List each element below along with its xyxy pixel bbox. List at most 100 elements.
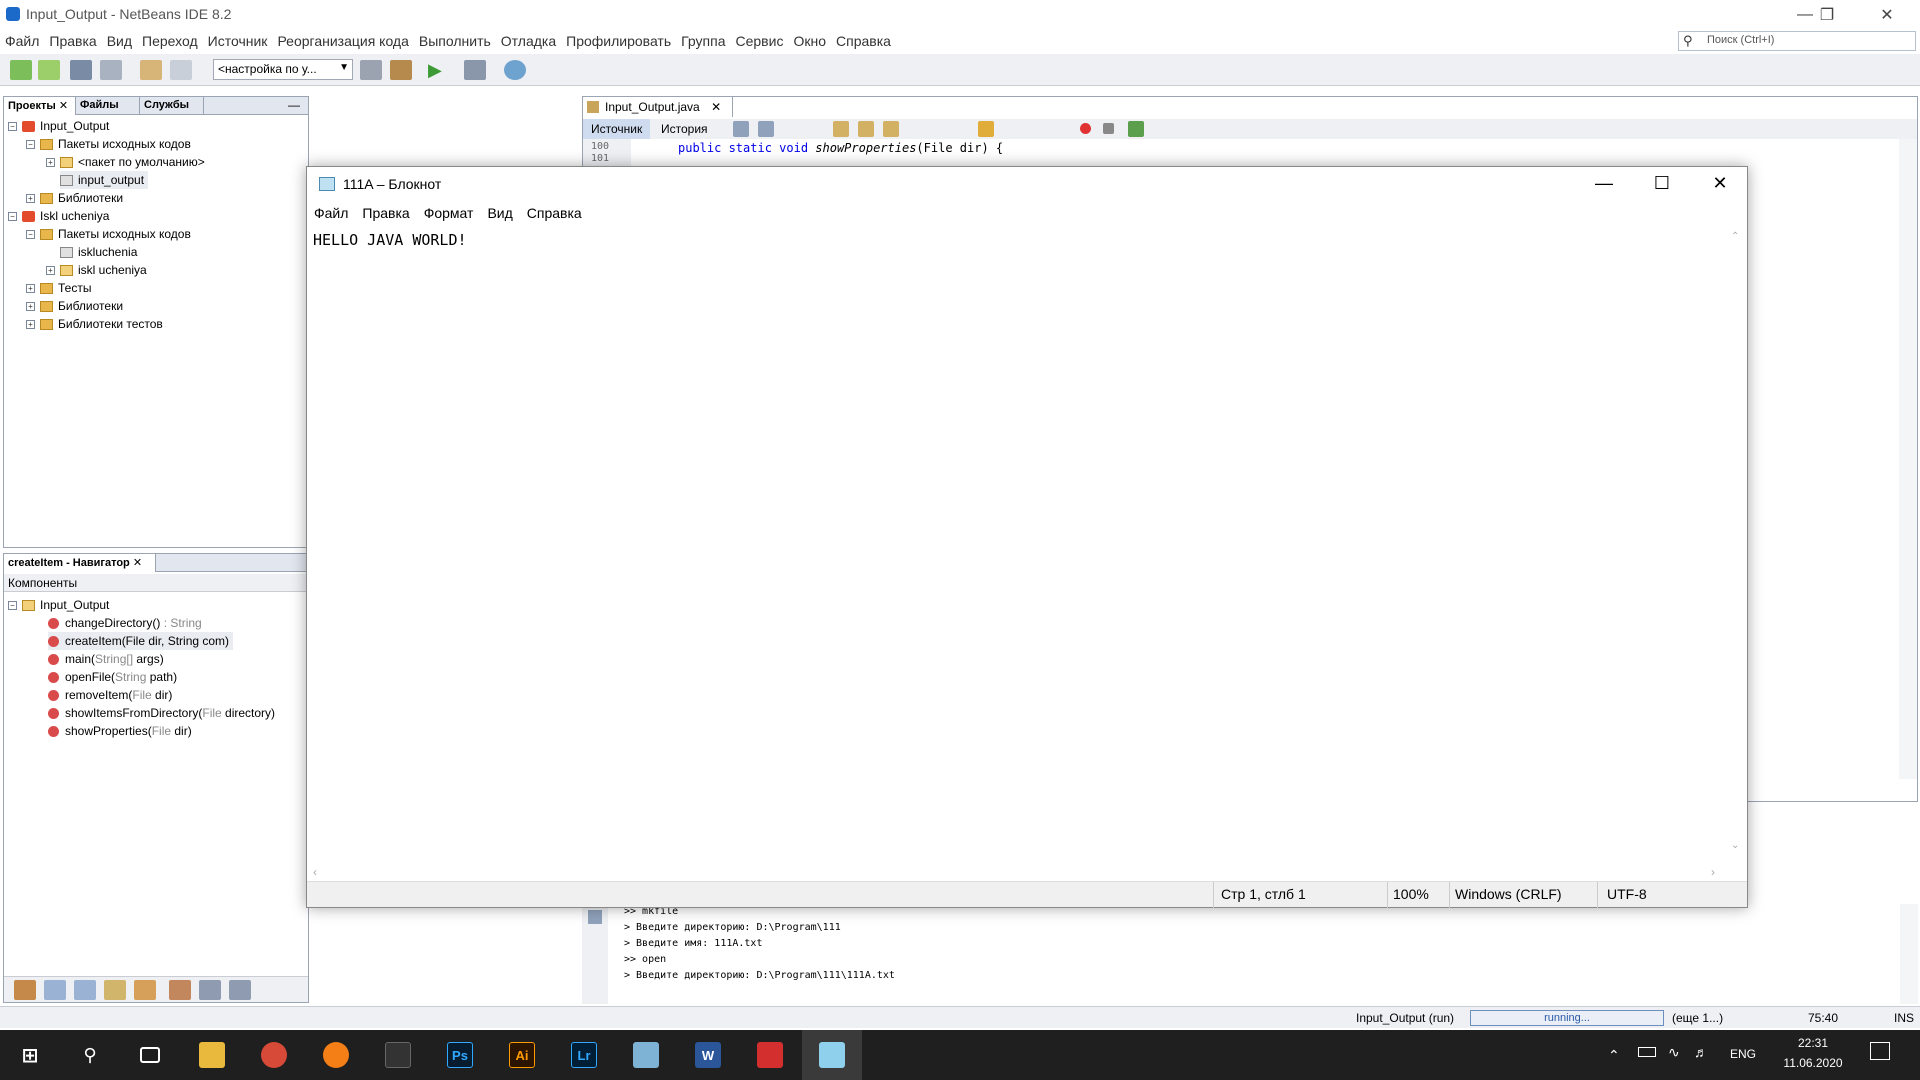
- menu-window[interactable]: Окно: [788, 30, 831, 54]
- code-line[interactable]: public static void showProperties(File d…: [678, 141, 1003, 155]
- virtualbox-button[interactable]: [616, 1030, 676, 1080]
- minimize-panel-icon[interactable]: —: [288, 98, 300, 112]
- filter-icon[interactable]: [104, 980, 126, 1000]
- configuration-select[interactable]: <настройка по у... ▼: [213, 59, 353, 80]
- sort-icon[interactable]: [229, 980, 251, 1000]
- expand-icon[interactable]: +: [26, 320, 35, 330]
- expand-icon[interactable]: +: [26, 302, 35, 312]
- tree-item-iskl-ucheniya[interactable]: + iskl ucheniya: [46, 261, 147, 279]
- word-button[interactable]: W: [678, 1030, 738, 1080]
- restore-icon[interactable]: ❐: [1804, 0, 1850, 30]
- bookmark-icon[interactable]: [978, 121, 994, 137]
- running-task[interactable]: Input_Output (run): [1356, 1011, 1454, 1025]
- output-scrollbar[interactable]: [1900, 904, 1918, 1004]
- chrome-button[interactable]: [244, 1030, 304, 1080]
- menu-navigate[interactable]: Переход: [137, 30, 203, 54]
- filter-icon[interactable]: [134, 980, 156, 1000]
- battery-icon[interactable]: [1638, 1047, 1656, 1057]
- history-button[interactable]: История: [653, 119, 716, 139]
- tree-item-libraries[interactable]: + Библиотеки: [26, 297, 123, 315]
- notepad-taskbar-button[interactable]: [802, 1030, 862, 1080]
- navigator-method[interactable]: showProperties(File dir): [48, 722, 192, 740]
- tree-item-source-packages[interactable]: − Пакеты исходных кодов: [26, 225, 191, 243]
- open-project-icon[interactable]: [70, 60, 92, 80]
- lightroom-button[interactable]: Lr: [554, 1030, 614, 1080]
- clock-time[interactable]: 22:31: [1778, 1036, 1848, 1050]
- tree-item-project[interactable]: − Input_Output: [8, 117, 109, 135]
- filter-icon[interactable]: [14, 980, 36, 1000]
- comment-icon[interactable]: [1128, 121, 1144, 137]
- rerun-icon[interactable]: [588, 910, 602, 924]
- notepad-text-area[interactable]: HELLO JAVA WORLD!: [313, 231, 467, 249]
- navigator-root[interactable]: − Input_Output: [8, 596, 109, 614]
- collapse-icon[interactable]: −: [26, 230, 35, 240]
- menu-team[interactable]: Группа: [676, 30, 730, 54]
- close-icon[interactable]: ✕: [1691, 167, 1749, 199]
- menu-tools[interactable]: Сервис: [731, 30, 789, 54]
- menu-help[interactable]: Справка: [831, 30, 896, 54]
- expand-icon[interactable]: +: [26, 284, 35, 294]
- tree-item-input-output-package[interactable]: input_output: [60, 171, 149, 189]
- navigator-filter[interactable]: Компоненты: [4, 574, 308, 592]
- navigator-method[interactable]: changeDirectory() : String: [48, 614, 202, 632]
- close-icon[interactable]: ✕: [1864, 0, 1910, 30]
- photoshop-button[interactable]: Ps: [430, 1030, 490, 1080]
- menu-source[interactable]: Источник: [203, 30, 273, 54]
- undo-icon[interactable]: [140, 60, 162, 80]
- build-icon[interactable]: [360, 60, 382, 80]
- task-view-button[interactable]: [120, 1030, 180, 1080]
- tree-item-test-libraries[interactable]: + Библиотеки тестов: [26, 315, 163, 333]
- search-button[interactable]: ⚲: [60, 1030, 120, 1080]
- new-project-icon[interactable]: [38, 60, 60, 80]
- filter-icon[interactable]: [44, 980, 66, 1000]
- navigator-method[interactable]: main(String[] args): [48, 650, 164, 668]
- more-tasks[interactable]: (еще 1...): [1672, 1011, 1723, 1025]
- language-indicator[interactable]: ENG: [1730, 1047, 1756, 1061]
- action-center-icon[interactable]: [1870, 1042, 1890, 1060]
- menu-edit[interactable]: Правка: [44, 30, 101, 54]
- tree-item-iskluchenia[interactable]: iskluchenia: [60, 243, 137, 261]
- acrobat-button[interactable]: [740, 1030, 800, 1080]
- menu-debug[interactable]: Отладка: [496, 30, 561, 54]
- tab-files[interactable]: Файлы: [76, 97, 140, 115]
- menu-refactor[interactable]: Реорганизация кода: [272, 30, 413, 54]
- find-prev-icon[interactable]: [858, 121, 874, 137]
- collapse-icon[interactable]: −: [26, 140, 35, 150]
- expand-icon[interactable]: +: [26, 194, 35, 204]
- menu-format[interactable]: Формат: [417, 205, 481, 221]
- minimize-icon[interactable]: —: [1575, 167, 1633, 199]
- menu-file[interactable]: Файл: [307, 205, 355, 221]
- close-icon[interactable]: ✕: [133, 557, 142, 569]
- menu-run[interactable]: Выполнить: [414, 30, 496, 54]
- filter-icon[interactable]: [74, 980, 96, 1000]
- menu-help[interactable]: Справка: [520, 205, 589, 221]
- debug-icon[interactable]: [464, 60, 486, 80]
- windows-start-button[interactable]: ⊞: [0, 1030, 60, 1080]
- clean-build-icon[interactable]: [390, 60, 412, 80]
- ide-search-input[interactable]: ⚲ Поиск (Ctrl+I): [1678, 31, 1916, 51]
- tree-item-tests[interactable]: + Тесты: [26, 279, 91, 297]
- collapse-icon[interactable]: −: [8, 122, 17, 132]
- collapse-icon[interactable]: −: [8, 601, 17, 611]
- menu-view[interactable]: Вид: [102, 30, 137, 54]
- wifi-icon[interactable]: ∿: [1668, 1044, 1680, 1061]
- maximize-icon[interactable]: ☐: [1633, 167, 1691, 199]
- navigator-method[interactable]: removeItem(File dir): [48, 686, 172, 704]
- volume-icon[interactable]: ♬: [1694, 1044, 1708, 1060]
- tree-item-libraries[interactable]: + Библиотеки: [26, 189, 123, 207]
- navigator-method[interactable]: createItem(File dir, String com): [48, 632, 234, 650]
- profile-icon[interactable]: [504, 60, 526, 80]
- expand-icon[interactable]: +: [46, 158, 55, 168]
- find-icon[interactable]: [833, 121, 849, 137]
- tree-item-source-packages[interactable]: − Пакеты исходных кодов: [26, 135, 191, 153]
- menu-file[interactable]: Файл: [0, 30, 44, 54]
- tree-item-default-package[interactable]: + <пакет по умолчанию>: [46, 153, 205, 171]
- run-icon[interactable]: ▶: [428, 60, 450, 80]
- close-icon[interactable]: ✕: [711, 100, 721, 114]
- close-icon[interactable]: ✕: [59, 100, 68, 112]
- back-icon[interactable]: [733, 121, 749, 137]
- navigator-method[interactable]: showItemsFromDirectory(File directory): [48, 704, 275, 722]
- source-button[interactable]: Источник: [583, 119, 651, 139]
- show-hidden-icons-icon[interactable]: ⌃: [1608, 1047, 1620, 1064]
- menu-profile[interactable]: Профилировать: [561, 30, 676, 54]
